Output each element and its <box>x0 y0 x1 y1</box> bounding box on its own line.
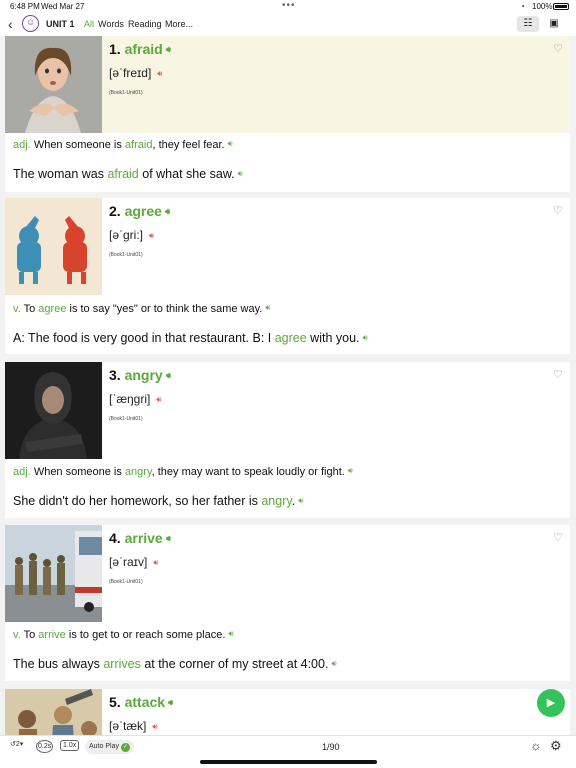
play-icon[interactable]: ▶ <box>537 689 565 717</box>
tab-all[interactable]: All <box>84 19 94 29</box>
app-logo-icon <box>22 15 39 32</box>
word-title: 3. angry 🔊︎ <box>109 367 171 383</box>
word-image <box>5 689 102 735</box>
phonetic: [əˈgri:] 🔊︎ <box>109 228 155 242</box>
speaker-icon[interactable]: 🔊︎ <box>363 333 368 343</box>
word-label[interactable]: arrive <box>125 530 163 546</box>
speaker-icon[interactable]: 🔊︎ <box>157 69 162 79</box>
tab-more[interactable]: More... <box>165 19 193 29</box>
word-image <box>5 198 102 295</box>
speaker-icon[interactable]: 🔊︎ <box>153 558 158 568</box>
card-view-icon[interactable]: ▣ <box>543 16 565 32</box>
word-card[interactable]: 1. afraid 🔊︎ [əˈfreɪd] 🔊︎ (Book1-Unit01) ♡… <box>5 36 570 192</box>
tab-reading[interactable]: Reading <box>128 19 162 29</box>
battery-icon <box>553 3 569 10</box>
definition: v. To arrive is to get to or reach some … <box>13 629 234 641</box>
back-chevron-icon[interactable]: ‹ <box>8 16 13 32</box>
checkmark-icon: ✓ <box>120 743 130 752</box>
definition: v. To agree is to say "yes" or to think … <box>13 303 271 315</box>
example-sentence: The woman was afraid of what she saw. 🔊︎ <box>13 167 243 181</box>
example-sentence: The bus always arrives at the corner of … <box>13 657 337 671</box>
example-sentence: A: The food is very good in that restaur… <box>13 331 368 345</box>
delay-control[interactable]: 0.2s <box>36 740 54 753</box>
home-indicator <box>200 760 377 764</box>
word-label[interactable]: afraid <box>125 41 163 57</box>
speaker-icon[interactable]: 🔊︎ <box>165 207 170 217</box>
speaker-icon[interactable]: 🔊︎ <box>156 395 161 405</box>
page-indicator: 1/90 <box>322 742 340 752</box>
speed-control[interactable]: 1.0x <box>60 740 80 751</box>
unit-title: UNIT 1 <box>46 19 75 29</box>
word-title: 5. attack 🔊︎ <box>109 694 174 710</box>
speaker-icon[interactable]: 🔊︎ <box>298 496 303 506</box>
word-label[interactable]: attack <box>125 694 165 710</box>
book-reference: (Book1-Unit01) <box>109 416 143 422</box>
battery-percent: 100% <box>532 2 553 11</box>
status-time: 6:48 PM <box>10 2 40 11</box>
word-card[interactable]: 4. arrive 🔊︎ [əˈraɪv] 🔊︎ (Book1-Unit01) ♡ … <box>5 525 570 681</box>
word-image <box>5 36 102 133</box>
speaker-icon[interactable]: 🔊︎ <box>348 466 353 476</box>
speaker-icon[interactable]: 🔊︎ <box>228 629 233 639</box>
wifi-icon: ◔ <box>520 2 525 11</box>
word-card[interactable]: 3. angry 🔊︎ [ˈæŋgri] 🔊︎ (Book1-Unit01) ♡ a… <box>5 362 570 518</box>
word-image <box>5 362 102 459</box>
heart-outline-icon[interactable]: ♡ <box>553 531 563 544</box>
speaker-icon[interactable]: 🔊︎ <box>166 45 171 55</box>
speaker-icon[interactable]: 🔊︎ <box>168 698 173 708</box>
status-bar: 6:48 PM Wed Mar 27 ••• ◔ 100% <box>0 0 576 14</box>
word-label[interactable]: agree <box>125 203 162 219</box>
phonetic: [ˈæŋgri] 🔊︎ <box>109 392 162 406</box>
speaker-icon[interactable]: 🔊︎ <box>152 722 157 732</box>
word-card[interactable]: 5. attack 🔊︎ [əˈtæk] 🔊︎ <box>5 689 570 735</box>
phonetic: [əˈfreɪd] 🔊︎ <box>109 66 163 80</box>
heart-outline-icon[interactable]: ♡ <box>553 204 563 217</box>
speaker-icon[interactable]: 🔊︎ <box>238 169 243 179</box>
word-title: 2. agree 🔊︎ <box>109 203 170 219</box>
speaker-icon[interactable]: 🔊︎ <box>228 139 233 149</box>
phonetic: [əˈtæk] 🔊︎ <box>109 719 158 733</box>
speaker-icon[interactable]: 🔊︎ <box>166 534 171 544</box>
nav-bar: ‹ UNIT 1 All Words Reading More... ☷ ▣ <box>0 14 576 36</box>
gear-icon[interactable]: ⚙ <box>550 738 562 754</box>
book-reference: (Book1-Unit01) <box>109 252 143 258</box>
word-image <box>5 525 102 622</box>
brightness-icon[interactable]: ☼ <box>530 738 542 753</box>
word-title: 4. arrive 🔊︎ <box>109 530 171 546</box>
phonetic: [əˈraɪv] 🔊︎ <box>109 555 159 569</box>
repeat-count-control[interactable]: ↺2▾ <box>10 740 23 748</box>
speaker-icon[interactable]: 🔊︎ <box>331 659 336 669</box>
speaker-icon[interactable]: 🔊︎ <box>149 231 154 241</box>
definition: adj. When someone is angry, they may wan… <box>13 466 353 478</box>
definition: adj. When someone is afraid, they feel f… <box>13 139 233 151</box>
heart-outline-icon[interactable]: ♡ <box>553 42 563 55</box>
heart-outline-icon[interactable]: ♡ <box>553 368 563 381</box>
tab-words[interactable]: Words <box>98 19 124 29</box>
book-reference: (Book1-Unit01) <box>109 579 143 585</box>
status-date: Wed Mar 27 <box>41 2 85 11</box>
word-title: 1. afraid 🔊︎ <box>109 41 171 57</box>
autoplay-toggle[interactable]: Auto Play ✓ <box>85 740 134 754</box>
word-card[interactable]: 2. agree 🔊︎ [əˈgri:] 🔊︎ (Book1-Unit01) ♡ v… <box>5 198 570 354</box>
list-view-icon[interactable]: ☷ <box>517 16 539 32</box>
speaker-icon[interactable]: 🔊︎ <box>166 371 171 381</box>
word-label[interactable]: angry <box>125 367 163 383</box>
example-sentence: She didn't do her homework, so her fathe… <box>13 494 304 508</box>
book-reference: (Book1-Unit01) <box>109 90 143 96</box>
speaker-icon[interactable]: 🔊︎ <box>265 303 270 313</box>
multitask-dots-icon[interactable]: ••• <box>282 0 296 11</box>
